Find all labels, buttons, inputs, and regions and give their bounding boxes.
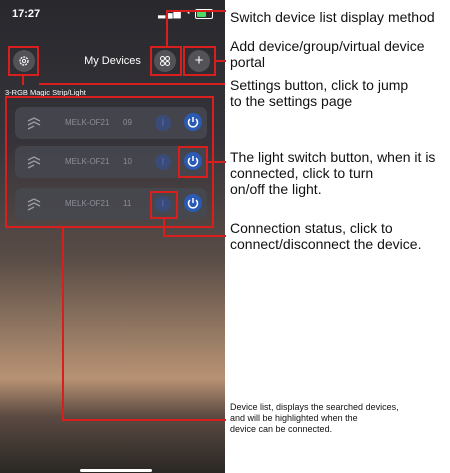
home-indicator <box>80 469 152 472</box>
connector-line <box>39 83 225 85</box>
settings-note: Settings button, click to jump to the se… <box>230 77 409 109</box>
display-mode-highlight <box>150 46 182 76</box>
switch-display-note: Switch device list display method <box>230 9 435 25</box>
connector-line <box>163 219 165 236</box>
status-time: 17:27 <box>12 8 41 20</box>
device-list-note: Device list, displays the searched devic… <box>230 402 399 434</box>
connector-line <box>216 60 226 62</box>
connector-line <box>62 228 64 420</box>
connection-note: Connection status, click to connect/disc… <box>230 220 422 252</box>
settings-highlight <box>8 46 39 76</box>
device-list-highlight <box>5 96 214 228</box>
add-device-highlight <box>183 46 216 76</box>
connector-line <box>62 419 226 421</box>
add-device-note: Add device/group/virtual device portal <box>230 38 425 70</box>
connector-line <box>166 10 168 46</box>
connector-line <box>208 161 226 163</box>
light-switch-note: The light switch button, when it is conn… <box>230 149 436 197</box>
connector-line <box>163 235 226 237</box>
connector-line <box>166 10 226 12</box>
connector-line <box>22 76 24 85</box>
